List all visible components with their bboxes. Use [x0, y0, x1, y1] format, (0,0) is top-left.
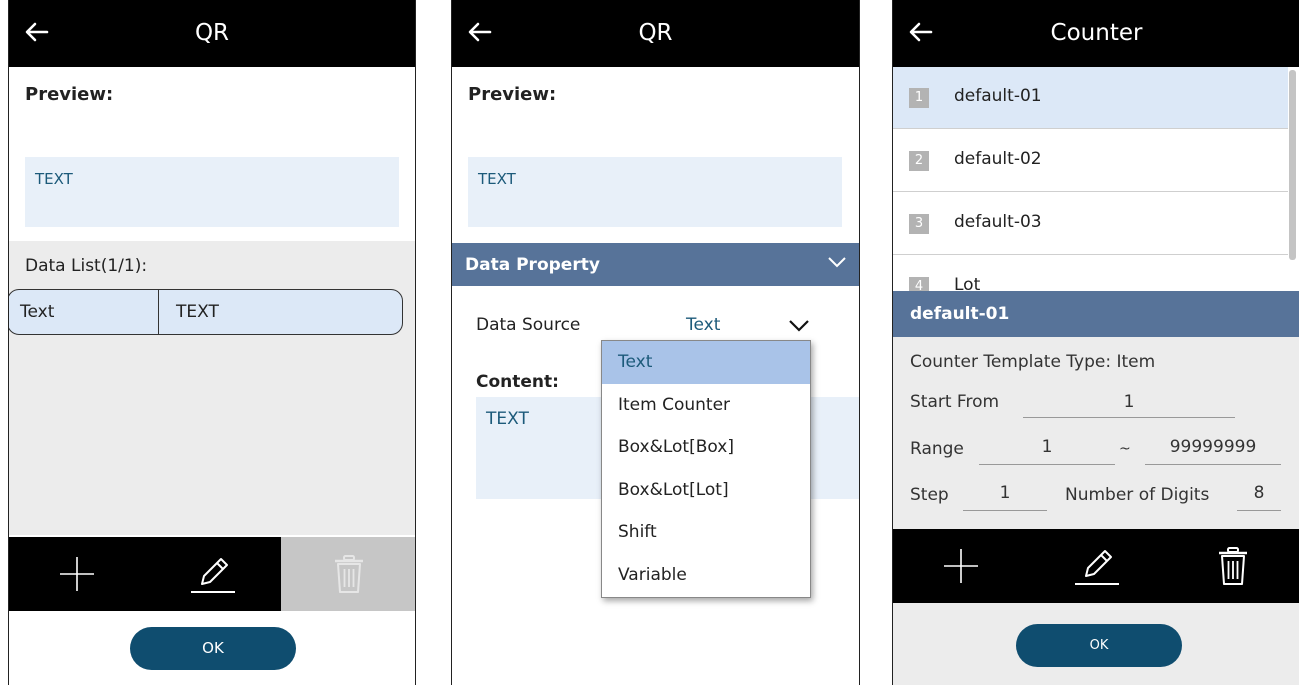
template-type-label: Counter Template Type: Item: [910, 352, 1156, 372]
add-button[interactable]: [9, 537, 145, 611]
data-list-title: Data List(1/1):: [25, 256, 148, 276]
data-source-label: Data Source: [476, 315, 581, 335]
bottom-toolbar: [9, 537, 415, 611]
section-title: Data Property: [465, 255, 600, 275]
qr-screen-data-property: QR Preview: TEXT Data Property Data Sour…: [451, 0, 860, 685]
data-property-section[interactable]: Data Property: [452, 243, 859, 286]
content-text: TEXT: [486, 409, 529, 429]
counter-number-badge: 2: [909, 151, 929, 171]
field-underline: [1237, 510, 1281, 511]
edit-button[interactable]: [145, 537, 281, 611]
row-type: Text: [20, 302, 55, 322]
counter-list-item[interactable]: 3 default-03: [893, 193, 1288, 255]
field-underline: [1023, 417, 1235, 418]
step-field[interactable]: 1: [963, 483, 1047, 503]
ok-button[interactable]: OK: [130, 627, 296, 670]
range-min-field[interactable]: 1: [979, 437, 1115, 457]
range-label: Range: [910, 439, 964, 459]
plus-icon: [944, 549, 978, 583]
content-label: Content:: [476, 372, 559, 392]
app-header: QR: [9, 0, 415, 67]
dropdown-option-box-lot-lot[interactable]: Box&Lot[Lot]: [602, 469, 810, 512]
dropdown-option-shift[interactable]: Shift: [602, 511, 810, 554]
dropdown-option-text[interactable]: Text: [602, 341, 810, 384]
pencil-icon: [1075, 550, 1119, 585]
chevron-down-icon[interactable]: [787, 318, 811, 334]
plus-icon: [60, 557, 94, 591]
data-source-dropdown: Text Item Counter Box&Lot[Box] Box&Lot[L…: [601, 340, 811, 598]
preview-box: TEXT: [468, 157, 842, 227]
counter-number-badge: 1: [909, 88, 929, 108]
preview-text: TEXT: [478, 170, 516, 188]
dropdown-option-item-counter[interactable]: Item Counter: [602, 384, 810, 427]
delete-button[interactable]: [1165, 529, 1299, 603]
page-title: QR: [638, 20, 673, 46]
range-separator: ~: [1119, 441, 1131, 457]
counter-name: default-02: [954, 149, 1042, 169]
row-value: TEXT: [176, 302, 219, 322]
counter-screen: Counter 1 default-01 2 default-02 3 defa…: [892, 0, 1299, 685]
counter-name: default-01: [954, 86, 1042, 106]
preview-label: Preview:: [468, 84, 557, 105]
edit-button[interactable]: [1029, 529, 1165, 603]
data-list-panel: [9, 241, 415, 535]
chevron-down-icon: [828, 257, 846, 268]
range-max-field[interactable]: 99999999: [1145, 437, 1281, 457]
preview-text: TEXT: [35, 170, 73, 188]
digits-field[interactable]: 8: [1237, 483, 1281, 503]
bottom-toolbar: [893, 529, 1299, 603]
digits-label: Number of Digits: [1065, 485, 1210, 505]
trash-icon: [335, 555, 363, 593]
counter-list-item[interactable]: 2 default-02: [893, 130, 1288, 192]
delete-button[interactable]: [281, 537, 415, 611]
row-divider: [158, 290, 159, 334]
preview-box: TEXT: [25, 157, 399, 227]
step-label: Step: [910, 485, 949, 505]
counter-number-badge: 3: [909, 214, 929, 234]
data-list-row[interactable]: Text TEXT: [9, 289, 403, 335]
add-button[interactable]: [893, 529, 1029, 603]
start-from-field[interactable]: 1: [1023, 392, 1235, 412]
app-header: Counter: [893, 0, 1299, 67]
start-from-label: Start From: [910, 392, 1000, 412]
page-title: QR: [194, 20, 230, 46]
dropdown-option-variable[interactable]: Variable: [602, 554, 810, 597]
list-scrollbar[interactable]: [1289, 70, 1296, 260]
counter-list-item[interactable]: 1 default-01: [893, 67, 1288, 129]
preview-label: Preview:: [25, 84, 114, 105]
field-underline: [979, 464, 1115, 465]
detail-title: default-01: [910, 304, 1010, 324]
counter-detail-panel: Counter Template Type: Item Start From 1…: [893, 337, 1299, 529]
counter-name: default-03: [954, 212, 1042, 232]
page-title: Counter: [1050, 20, 1143, 46]
trash-icon: [1219, 547, 1247, 585]
field-underline: [963, 510, 1047, 511]
app-header: QR: [452, 0, 859, 67]
counter-detail-header: default-01: [893, 291, 1299, 337]
pencil-icon: [191, 558, 235, 593]
data-source-select[interactable]: Text: [686, 315, 720, 335]
ok-button[interactable]: OK: [1016, 624, 1182, 667]
field-underline: [1145, 464, 1281, 465]
qr-screen-data-list: QR Preview: TEXT Data List(1/1): Text TE…: [8, 0, 416, 685]
dropdown-option-box-lot-box[interactable]: Box&Lot[Box]: [602, 426, 810, 469]
